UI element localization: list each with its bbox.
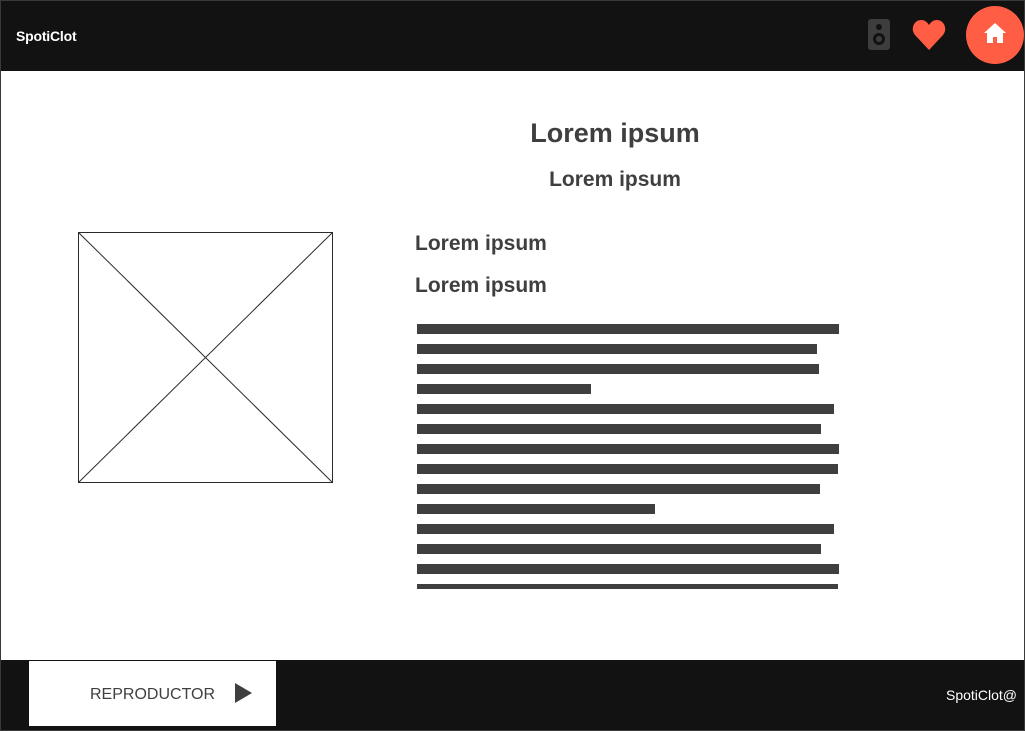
- text-line-placeholder: [417, 424, 821, 434]
- footer-brand: SpotiClot@: [946, 687, 1018, 703]
- text-line-placeholder: [417, 324, 839, 334]
- page-title: Lorem ipsum: [530, 118, 700, 148]
- top-bar: SpotiClot: [1, 1, 1024, 71]
- page-subtitle: Lorem ipsum: [549, 168, 681, 191]
- text-line-placeholder: [417, 364, 819, 374]
- brand-logo-text[interactable]: SpotiClot: [16, 28, 77, 44]
- text-line-placeholder: [417, 344, 817, 354]
- speaker-icon[interactable]: [868, 19, 890, 50]
- text-line-placeholder: [417, 524, 834, 534]
- text-line-placeholder: [417, 544, 821, 554]
- image-placeholder-icon: [78, 232, 333, 483]
- text-line-placeholder: [417, 584, 838, 589]
- text-block: [417, 324, 839, 589]
- text-line-placeholder: [417, 464, 838, 474]
- text-line-placeholder: [417, 384, 591, 394]
- heart-icon[interactable]: [912, 18, 946, 52]
- text-line-placeholder: [417, 404, 834, 414]
- detail-line-1: Lorem ipsum: [415, 232, 547, 255]
- play-icon[interactable]: [235, 683, 252, 703]
- home-button[interactable]: [966, 6, 1024, 64]
- text-line-placeholder: [417, 484, 820, 494]
- text-line-placeholder: [417, 504, 655, 514]
- text-line-placeholder: [417, 444, 839, 454]
- home-icon: [984, 23, 1006, 43]
- player-button[interactable]: REPRODUCTOR: [28, 660, 277, 727]
- player-label: REPRODUCTOR: [90, 686, 216, 703]
- text-line-placeholder: [417, 564, 839, 574]
- detail-line-2: Lorem ipsum: [415, 274, 547, 297]
